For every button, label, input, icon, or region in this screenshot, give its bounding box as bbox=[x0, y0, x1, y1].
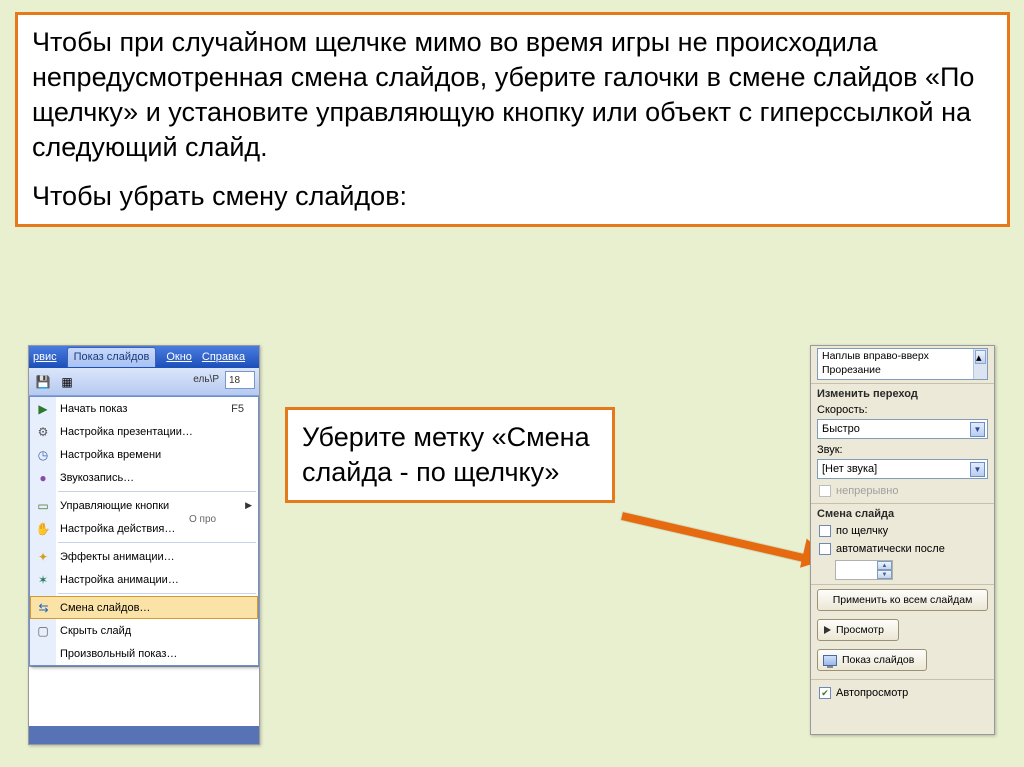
menu-item-action-buttons[interactable]: ▭ Управляющие кнопки ▶ bbox=[30, 494, 258, 517]
list-item[interactable]: Прорезание bbox=[818, 363, 987, 377]
menubar: рвис Показ слайдов Окно Справка bbox=[29, 346, 259, 368]
loop-checkbox: непрерывно bbox=[811, 482, 994, 500]
spin-up-icon[interactable]: ▲ bbox=[877, 561, 892, 570]
screen-icon bbox=[823, 655, 837, 666]
dropdown-menu: ▶ Начать показ F5 ⚙ Настройка презентаци… bbox=[29, 396, 259, 666]
menu-item-custom-animation[interactable]: ✶ Настройка анимации… bbox=[30, 568, 258, 591]
play-icon bbox=[824, 626, 831, 634]
menu-help[interactable]: Справка bbox=[202, 351, 245, 363]
divider bbox=[811, 679, 994, 680]
menu-item-hide-slide[interactable]: ▢ Скрыть слайд bbox=[30, 619, 258, 642]
slide-canvas-area bbox=[29, 666, 259, 726]
sound-select[interactable]: [Нет звука] ▼ bbox=[817, 459, 988, 479]
menu-separator bbox=[58, 491, 256, 492]
menu-item-custom-show[interactable]: Произвольный показ… bbox=[30, 642, 258, 665]
menu-item-rehearse-timing[interactable]: ◷ Настройка времени bbox=[30, 443, 258, 466]
menu-item-setup-show[interactable]: ⚙ Настройка презентации… bbox=[30, 420, 258, 443]
sound-label: Звук: bbox=[811, 442, 994, 458]
section-advance-slide: Смена слайда bbox=[811, 503, 994, 522]
scroll-up-icon[interactable]: ▴ bbox=[975, 350, 986, 364]
play-icon: ▶ bbox=[30, 397, 56, 420]
list-item[interactable]: Наплыв вправо-вверх bbox=[818, 349, 987, 363]
menu-separator bbox=[58, 542, 256, 543]
callout-text: Уберите метку «Смена слайда - по щелчку» bbox=[302, 422, 590, 487]
apply-all-button[interactable]: Применить ко всем слайдам bbox=[817, 589, 988, 611]
on-click-checkbox[interactable]: по щелчку bbox=[811, 522, 994, 540]
speed-value: Быстро bbox=[822, 423, 860, 435]
checkbox-box[interactable]: ✔ bbox=[819, 687, 831, 699]
auto-after-time-spinner[interactable]: ▲▼ bbox=[835, 560, 893, 580]
speed-select[interactable]: Быстро ▼ bbox=[817, 419, 988, 439]
spin-down-icon[interactable]: ▼ bbox=[877, 570, 892, 579]
toolbar-table-icon[interactable]: ▦ bbox=[57, 372, 77, 392]
menu-window[interactable]: Окно bbox=[166, 351, 192, 363]
divider bbox=[811, 584, 994, 585]
task-pane: Наплыв вправо-вверх Прорезание Прорезани… bbox=[810, 345, 995, 735]
checkbox-box[interactable] bbox=[819, 525, 831, 537]
menu-item-animation-schemes[interactable]: ✦ Эффекты анимации… bbox=[30, 545, 258, 568]
mic-icon: ● bbox=[30, 466, 56, 489]
on-click-label: по щелчку bbox=[836, 525, 888, 537]
sparkle-icon: ✶ bbox=[30, 568, 56, 591]
transition-list[interactable]: Наплыв вправо-вверх Прорезание Прорезани… bbox=[817, 348, 988, 380]
autopreview-label: Автопросмотр bbox=[836, 687, 908, 699]
callout-textbox: Уберите метку «Смена слайда - по щелчку» bbox=[285, 407, 615, 503]
list-item[interactable]: Прорезание через чёрное bbox=[818, 377, 987, 380]
autopreview-checkbox[interactable]: ✔ Автопросмотр bbox=[811, 684, 994, 702]
auto-after-checkbox[interactable]: автоматически после bbox=[811, 540, 994, 558]
checkbox-box bbox=[819, 485, 831, 497]
slide-tab-strip bbox=[29, 726, 259, 744]
gear-icon: ⚙ bbox=[30, 420, 56, 443]
hand-icon: ✋ bbox=[30, 517, 56, 540]
chevron-down-icon: ▼ bbox=[970, 462, 985, 477]
preview-button[interactable]: Просмотр bbox=[817, 619, 899, 641]
swap-icon: ⇆ bbox=[31, 597, 56, 618]
slideshow-button[interactable]: Показ слайдов bbox=[817, 649, 927, 671]
toolbar: 💾 ▦ ель\Р 18 bbox=[29, 368, 259, 396]
menu-item-start-show[interactable]: ▶ Начать показ F5 bbox=[30, 397, 258, 420]
section-modify-transition: Изменить переход bbox=[811, 383, 994, 402]
scrollbar[interactable]: ▴ bbox=[973, 349, 987, 379]
speed-label: Скорость: bbox=[811, 402, 994, 418]
menu-item-action-settings[interactable]: ✋ Настройка действия… bbox=[30, 517, 258, 540]
sound-value: [Нет звука] bbox=[822, 463, 877, 475]
toolbar-save-icon[interactable]: 💾 bbox=[33, 372, 53, 392]
menu-screenshot: рвис Показ слайдов Окно Справка 💾 ▦ ель\… bbox=[28, 345, 260, 745]
menu-separator bbox=[58, 593, 256, 594]
instruction-para: Чтобы при случайном щелчке мимо во время… bbox=[32, 25, 993, 165]
chevron-down-icon: ▼ bbox=[970, 422, 985, 437]
instruction-textbox: Чтобы при случайном щелчке мимо во время… bbox=[15, 12, 1010, 227]
auto-after-label: автоматически после bbox=[836, 543, 945, 555]
hide-icon: ▢ bbox=[30, 619, 56, 642]
menu-slideshow[interactable]: Показ слайдов bbox=[67, 347, 157, 367]
checkbox-box[interactable] bbox=[819, 543, 831, 555]
menu-service[interactable]: рвис bbox=[33, 351, 57, 363]
submenu-arrow-icon: ▶ bbox=[245, 500, 252, 511]
toolbar-number-field[interactable]: 18 bbox=[225, 371, 255, 389]
clock-icon: ◷ bbox=[30, 443, 56, 466]
arrow-shaft bbox=[621, 512, 813, 564]
menu-item-record-narration[interactable]: ● Звукозапись… bbox=[30, 466, 258, 489]
star-icon: ✦ bbox=[30, 545, 56, 568]
button-icon: ▭ bbox=[30, 494, 56, 517]
loop-label: непрерывно bbox=[836, 485, 898, 497]
toolbar-file-hint: ель\Р bbox=[193, 374, 219, 385]
blank-icon bbox=[30, 642, 56, 665]
menu-item-slide-transition[interactable]: ⇆ Смена слайдов… bbox=[30, 596, 258, 619]
instruction-sub: Чтобы убрать смену слайдов: bbox=[32, 179, 993, 214]
